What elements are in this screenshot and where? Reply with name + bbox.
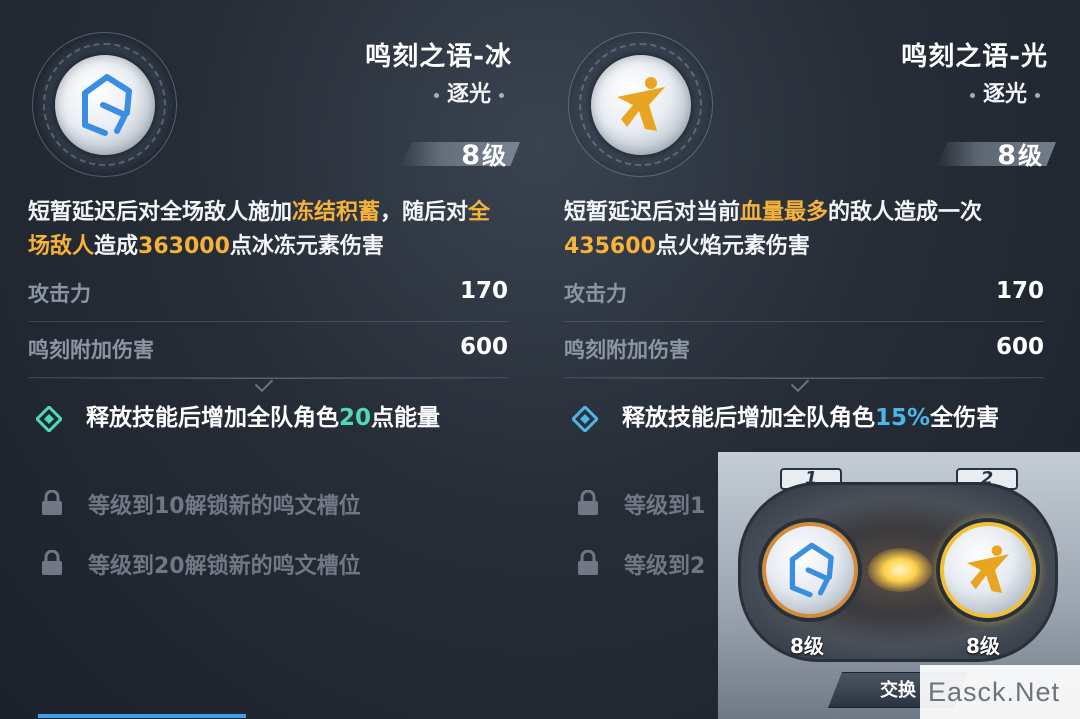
- stat-attack: 攻击力 170: [564, 278, 1044, 322]
- locked-slot: 等级到20解锁新的鸣文槽位: [40, 546, 510, 582]
- dot-icon: [433, 92, 439, 98]
- rune-description: 短暂延迟后对全场敌人施加冻结积蓄，随后对全场敌人造成363000点冰冻元素伤害: [28, 200, 491, 259]
- dot-icon: [969, 92, 975, 98]
- dot-icon: [499, 92, 504, 98]
- slot-2-light-rune-icon[interactable]: [940, 522, 1036, 618]
- section-divider: [564, 376, 1044, 388]
- rune-title: 鸣刻之语-冰: [365, 42, 512, 72]
- light-rune-icon: [591, 55, 691, 155]
- watermark: Easck.Net: [920, 665, 1080, 719]
- slot-2-level: 8级: [966, 634, 1000, 658]
- rune-level: 8级: [461, 140, 506, 171]
- ice-rune-icon: [55, 55, 155, 155]
- diamond-bullet-icon: [572, 406, 598, 432]
- lock-icon: [42, 490, 62, 515]
- rune-title: 鸣刻之语-光: [901, 42, 1048, 72]
- rune-card-ice: 鸣刻之语-冰 逐光 8级 短暂延迟后对全场敌人施加冻结积蓄，随后对全场敌人造成3…: [0, 0, 520, 719]
- rune-emblem-light[interactable]: [568, 32, 713, 177]
- rune-emblem-ice[interactable]: [32, 32, 177, 177]
- rune-effect: 释放技能后增加全队角色20点能量: [36, 400, 506, 436]
- lock-icon: [42, 550, 62, 575]
- lightning-spark-icon: [868, 548, 932, 592]
- lock-icon: [578, 490, 598, 515]
- rune-level: 8级: [997, 140, 1042, 171]
- scroll-indicator: [38, 714, 246, 718]
- stat-bonus-damage: 鸣刻附加伤害 600: [564, 334, 1044, 378]
- slot-1-ice-rune-icon[interactable]: [762, 522, 858, 618]
- diamond-bullet-icon: [36, 406, 62, 432]
- rune-subtitle: 逐光: [426, 76, 512, 108]
- section-divider: [28, 376, 508, 388]
- stat-attack: 攻击力 170: [28, 278, 508, 322]
- rune-subtitle: 逐光: [962, 76, 1048, 108]
- rune-description: 短暂延迟后对当前血量最多的敌人造成一次435600点火焰元素伤害: [564, 200, 983, 259]
- stat-bonus-damage: 鸣刻附加伤害 600: [28, 334, 508, 378]
- locked-slot: 等级到10解锁新的鸣文槽位: [40, 486, 510, 522]
- dot-icon: [1035, 92, 1040, 98]
- rune-effect: 释放技能后增加全队角色15%全伤害: [572, 400, 1042, 436]
- slot-1-level: 8级: [790, 634, 824, 658]
- lock-icon: [578, 550, 598, 575]
